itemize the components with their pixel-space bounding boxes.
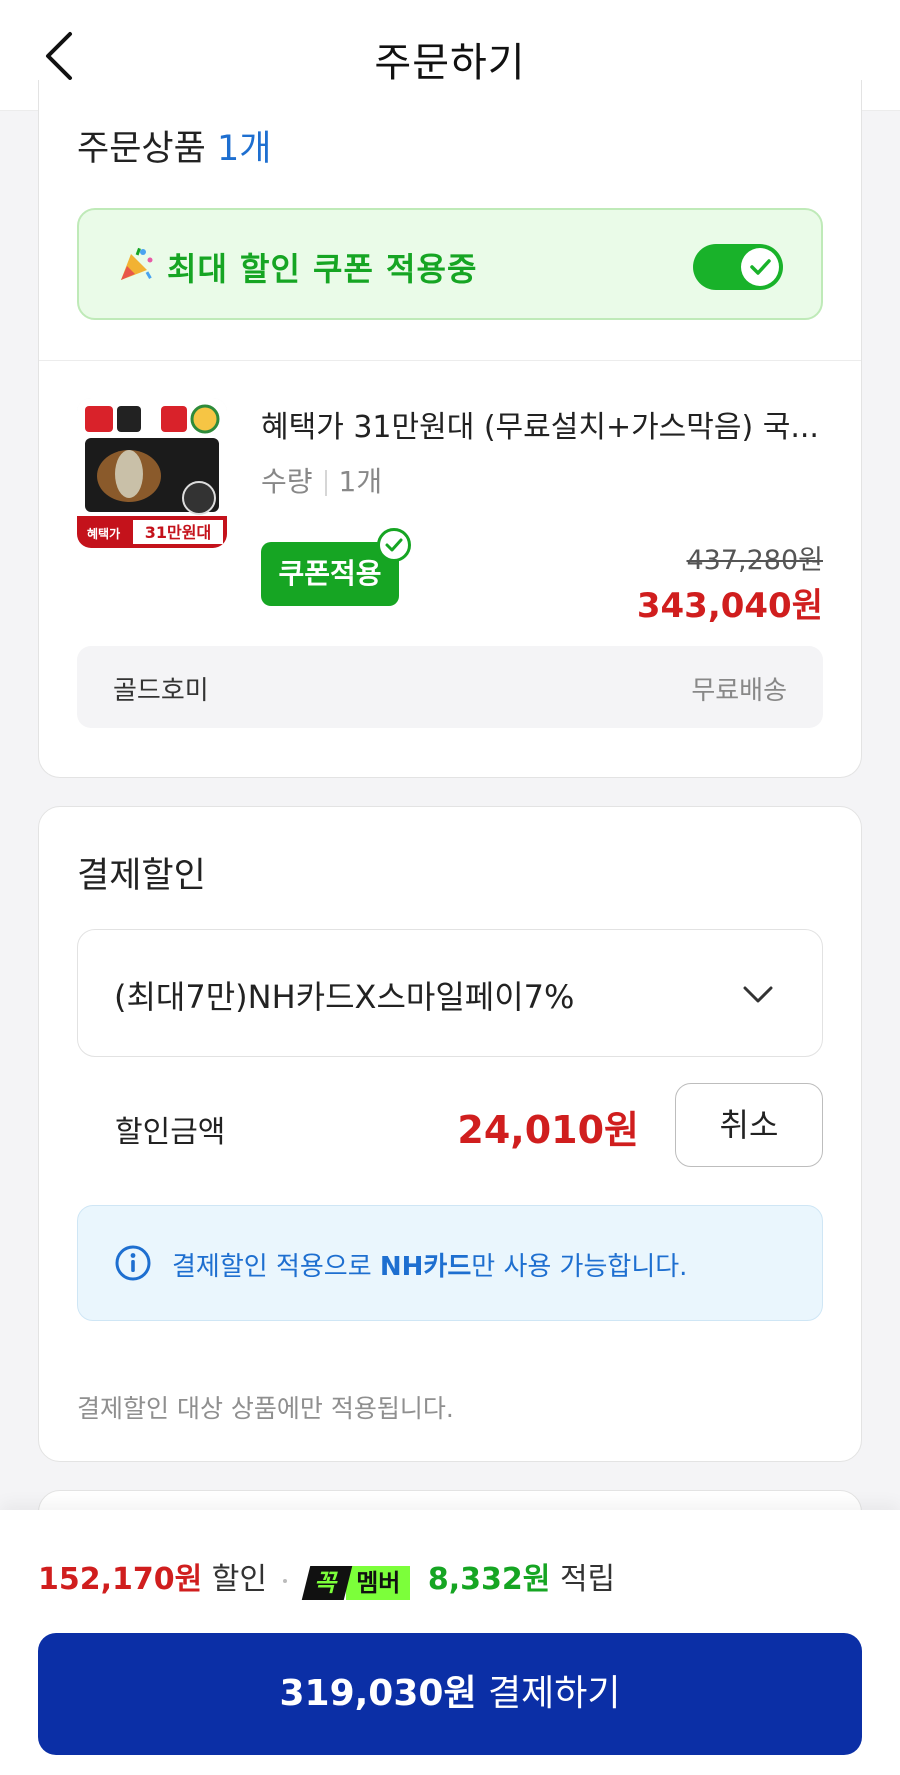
thumb-label-left: 혜택가 xyxy=(87,526,120,541)
points-word: 적립 xyxy=(559,1562,616,1597)
member-badge-right: 멤버 xyxy=(346,1565,411,1600)
cancel-discount-button[interactable]: 취소 xyxy=(675,1083,823,1167)
discount-amount-value: 24,010원 xyxy=(457,1108,639,1152)
dot-separator xyxy=(282,1578,287,1583)
product-thumbnail[interactable]: 혜택가 31만원대 xyxy=(77,398,227,548)
quantity-separator xyxy=(324,470,327,496)
shipping-info: 무료배송 xyxy=(691,676,787,706)
payment-discount-card: 결제할인 (최대7만)NH카드X스마일페이7% 할인금액 24,010원 취소 … xyxy=(38,806,862,1462)
pay-label: 결제하기 xyxy=(488,1673,621,1714)
discount-amount-label: 할인금액 xyxy=(115,1115,226,1150)
thumb-label-right: 31만원대 xyxy=(145,523,211,542)
seller-name: 골드호미 xyxy=(113,676,209,706)
quantity-row: 수량 1개 xyxy=(261,460,382,500)
notice-bold: NH카드 xyxy=(379,1252,472,1282)
payment-discount-title: 결제할인 xyxy=(77,856,206,896)
party-popper-icon xyxy=(117,246,155,284)
discount-word: 할인 xyxy=(211,1562,267,1597)
checkout-bar: 152,170원 할인 꼭 멤버 8,332원 적립 319,030원 결제하기 xyxy=(0,1510,900,1775)
final-price: 343,040원 xyxy=(636,586,823,626)
coupon-banner-text: 최대 할인 쿠폰 적용중 xyxy=(167,250,478,288)
selected-card-option: (최대7만)NH카드X스마일페이7% xyxy=(114,978,575,1016)
total-discount: 152,170원 xyxy=(38,1562,203,1597)
notice-suffix: 만 사용 가능합니다. xyxy=(471,1252,688,1282)
divider xyxy=(39,360,861,361)
check-circle-icon xyxy=(377,528,411,562)
order-products-label: 주문상품 xyxy=(77,129,206,169)
card-discount-dropdown[interactable]: (최대7만)NH카드X스마일페이7% xyxy=(77,929,823,1057)
pay-amount: 319,030원 xyxy=(279,1673,477,1714)
quantity-value: 1개 xyxy=(338,465,383,498)
member-badge-left: 꼭 xyxy=(301,1565,353,1600)
product-name[interactable]: 혜택가 31만원대 (무료설치+가스막음) 국... xyxy=(261,402,821,446)
pay-button[interactable]: 319,030원 결제하기 xyxy=(38,1633,862,1755)
max-coupon-banner: 최대 할인 쿠폰 적용중 xyxy=(77,208,823,320)
notice-prefix: 결제할인 적용으로 xyxy=(172,1252,380,1282)
savings-summary: 152,170원 할인 꼭 멤버 8,332원 적립 xyxy=(38,1554,616,1600)
notice-text: 결제할인 적용으로 NH카드만 사용 가능합니다. xyxy=(172,1246,687,1283)
original-price: 437,280원 xyxy=(686,545,824,576)
member-badge: 꼭 멤버 xyxy=(301,1564,411,1600)
info-icon xyxy=(114,1244,152,1282)
chevron-down-icon xyxy=(742,978,774,1010)
toggle-knob xyxy=(741,248,779,286)
payment-footnote: 결제할인 대상 상품에만 적용됩니다. xyxy=(77,1394,454,1423)
order-products-card: 주문상품 1개 최대 할인 쿠폰 적용중 혜택가 31만원대 혜택가 31만원대… xyxy=(38,80,862,778)
order-products-title: 주문상품 1개 xyxy=(77,120,271,171)
coupon-toggle[interactable] xyxy=(693,244,783,290)
seller-shipping-bar: 골드호미 무료배송 xyxy=(77,646,823,728)
nh-card-notice: 결제할인 적용으로 NH카드만 사용 가능합니다. xyxy=(77,1205,823,1321)
quantity-label: 수량 xyxy=(261,465,313,498)
order-products-count: 1개 xyxy=(216,129,272,169)
reward-points: 8,332원 xyxy=(427,1562,551,1597)
